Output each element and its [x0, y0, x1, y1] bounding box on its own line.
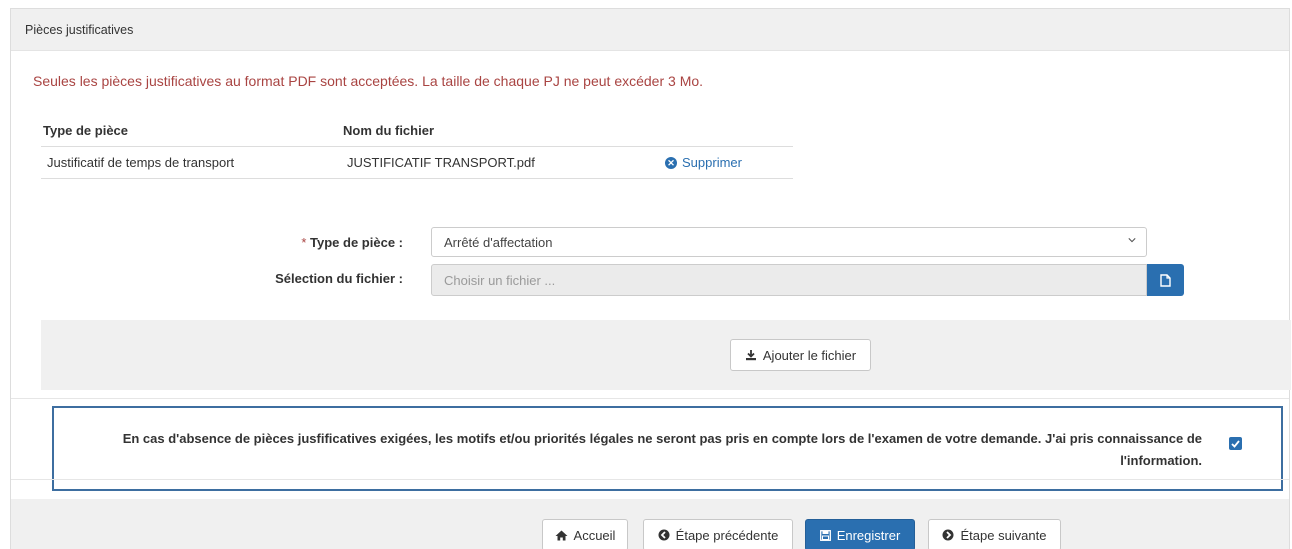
next-step-label: Étape suivante — [960, 527, 1047, 543]
chevron-down-icon — [1128, 238, 1136, 243]
acknowledgement-text: En cas d'absence de pièces jusfificative… — [122, 431, 1202, 468]
document-type-label: * Type de pièce : — [183, 235, 403, 250]
divider — [11, 398, 1289, 399]
cell-filename: JUSTIFICATIF TRANSPORT.pdf — [341, 146, 659, 179]
attachments-panel: Pièces justificatives Seules les pièces … — [10, 8, 1291, 549]
uploaded-files-table: Type de pièce Nom du fichier Justificati… — [41, 122, 793, 179]
home-button[interactable]: Accueil — [542, 519, 628, 549]
panel-title: Pièces justificatives — [11, 9, 1289, 51]
save-button[interactable]: Enregistrer — [805, 519, 915, 549]
file-icon — [1160, 273, 1171, 287]
remove-circle-icon: ✕ — [665, 156, 677, 169]
document-type-select[interactable]: Arrêté d'affectation — [431, 227, 1147, 257]
table-row: Justificatif de temps de transport JUSTI… — [41, 146, 793, 179]
checkmark-icon — [1231, 439, 1240, 448]
divider — [11, 479, 1289, 480]
floppy-disk-icon — [819, 529, 831, 541]
add-file-area: Ajouter le fichier — [41, 320, 1291, 390]
previous-step-button[interactable]: Étape précédente — [643, 519, 793, 549]
next-step-button[interactable]: Étape suivante — [928, 519, 1061, 549]
add-file-button[interactable]: Ajouter le fichier — [730, 339, 871, 371]
column-header-filename: Nom du fichier — [341, 122, 659, 147]
delete-file-link[interactable]: ✕ Supprimer — [665, 155, 742, 170]
navigation-footer: Accueil Étape précédente Enregistrer Éta… — [11, 499, 1289, 549]
download-icon — [745, 350, 756, 361]
document-type-label-text: Type de pièce : — [310, 235, 403, 250]
previous-step-label: Étape précédente — [675, 527, 779, 543]
arrow-right-circle-icon — [942, 529, 954, 541]
home-label: Accueil — [573, 527, 616, 543]
cell-document-type: Justificatif de temps de transport — [41, 146, 341, 179]
delete-file-label: Supprimer — [682, 155, 742, 171]
file-selection-label: Sélection du fichier : — [275, 271, 403, 286]
table-header-row: Type de pièce Nom du fichier — [41, 122, 793, 147]
column-header-actions — [659, 122, 793, 147]
file-path-input[interactable]: Choisir un fichier ... — [431, 264, 1147, 296]
add-file-label: Ajouter le fichier — [762, 347, 857, 363]
column-header-type: Type de pièce — [41, 122, 341, 147]
document-type-selected-value: Arrêté d'affectation — [444, 235, 553, 250]
arrow-left-circle-icon — [658, 529, 670, 541]
pdf-format-notice: Seules les pièces justificatives au form… — [33, 73, 704, 89]
home-icon — [555, 530, 568, 540]
required-marker: * — [301, 235, 307, 250]
acknowledgement-checkbox[interactable] — [1229, 437, 1242, 450]
save-label: Enregistrer — [836, 527, 901, 543]
browse-file-button[interactable] — [1147, 264, 1184, 296]
